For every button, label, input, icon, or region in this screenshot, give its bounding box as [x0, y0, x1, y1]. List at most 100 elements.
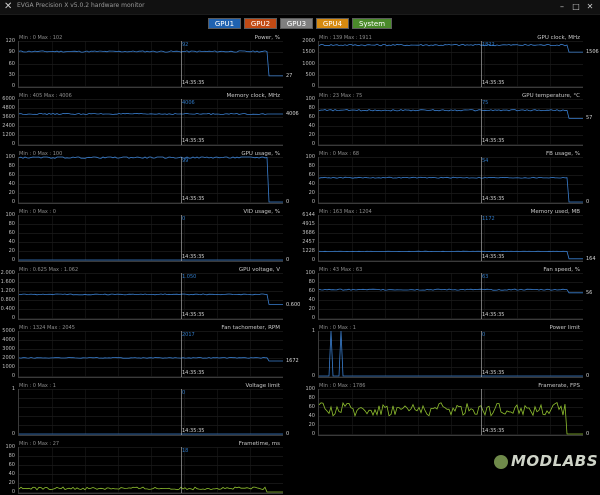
y-tick-label: 80 — [308, 279, 315, 285]
tab-system[interactable]: System — [352, 18, 392, 29]
cursor-timestamp: 14:35:35 — [482, 196, 505, 202]
y-tick-label: 2000 — [302, 38, 315, 44]
graph-series-line — [18, 486, 283, 493]
y-tick-label: 20 — [308, 306, 315, 312]
gpu-tabs: GPU1 GPU2 GPU3 GPU4 System — [208, 18, 392, 29]
y-tick-label: 100 — [305, 96, 315, 102]
y-tick-label: 80 — [8, 163, 15, 169]
graph-area[interactable] — [18, 156, 283, 204]
graph-area[interactable] — [18, 99, 283, 146]
graph-canvas — [18, 156, 283, 203]
graph-canvas — [319, 330, 583, 377]
current-value: 57 — [586, 115, 593, 122]
y-tick-label: 0 — [311, 199, 315, 205]
graph-area[interactable] — [318, 389, 583, 436]
cursor-timestamp: 14:35:35 — [482, 370, 505, 376]
y-tick-label: 0 — [11, 431, 15, 437]
graph-area[interactable] — [318, 215, 583, 262]
y-tick-label: 0 — [311, 141, 315, 147]
watermark-logo: MODLABS — [494, 452, 598, 470]
cursor-timestamp: 14:35:35 — [482, 138, 505, 144]
minimize-icon[interactable]: – — [556, 1, 568, 12]
cursor-value: 63 — [482, 274, 489, 280]
graph-area[interactable] — [318, 41, 583, 88]
y-tick-label: 60 — [8, 230, 15, 236]
graph-series-line — [18, 156, 283, 203]
y-tick-label: 40 — [308, 123, 315, 129]
current-value: 164 — [586, 255, 596, 262]
graph-area[interactable] — [318, 99, 583, 146]
current-value: 0 — [586, 431, 590, 437]
graph-area[interactable] — [18, 273, 283, 320]
maximize-icon[interactable]: □ — [570, 1, 582, 12]
graph-area[interactable] — [18, 331, 283, 378]
y-tick-label: 0 — [11, 83, 15, 89]
cursor-timestamp: 14:35:35 — [482, 428, 505, 434]
y-tick-label: 40 — [308, 181, 315, 187]
graph-canvas — [318, 389, 583, 435]
graph-area[interactable] — [18, 41, 283, 88]
tab-gpu4[interactable]: GPU4 — [316, 18, 349, 29]
current-value: 56 — [586, 289, 593, 296]
graph-series-line — [319, 330, 583, 377]
current-value: 1672 — [286, 357, 299, 364]
cursor-value: 99 — [182, 158, 189, 164]
graph-canvas — [318, 99, 583, 145]
cursor-timestamp: 14:35:35 — [182, 254, 205, 260]
y-tick-label: 20 — [8, 480, 15, 486]
tab-gpu1[interactable]: GPU1 — [208, 18, 241, 29]
y-tick-label: 80 — [8, 221, 15, 227]
y-tick-label: 2.000 — [0, 270, 15, 276]
y-tick-label: 0 — [311, 431, 315, 437]
y-tick-label: 0 — [11, 315, 15, 321]
y-tick-label: 500 — [305, 72, 315, 78]
graph-canvas — [19, 215, 283, 261]
cursor-value: 1.050 — [182, 274, 197, 280]
cursor-timestamp: 14:35:35 — [182, 196, 205, 202]
y-tick-label: 20 — [308, 422, 315, 428]
cursor-timestamp: 14:35:35 — [182, 138, 205, 144]
y-tick-label: 4915 — [302, 221, 315, 227]
graph-canvas — [18, 99, 283, 145]
y-tick-label: 20 — [8, 190, 15, 196]
modlabs-icon — [494, 454, 508, 469]
graph-series-line — [18, 293, 283, 305]
graph-area[interactable] — [18, 389, 283, 436]
graph-series-line — [318, 176, 583, 203]
graph-area[interactable] — [18, 215, 283, 262]
y-tick-label: 0 — [311, 257, 315, 263]
y-tick-label: 1000 — [302, 61, 315, 67]
cursor-value: 1822 — [482, 42, 495, 48]
y-tick-label: 120 — [5, 38, 15, 44]
graph-area[interactable] — [318, 330, 583, 378]
y-tick-label: 0 — [11, 199, 15, 205]
watermark-text: MODLABS — [511, 452, 599, 470]
graph-area[interactable] — [318, 157, 583, 204]
y-tick-label: 1.600 — [0, 279, 15, 285]
cursor-timestamp: 14:35:35 — [482, 254, 505, 260]
tab-gpu3[interactable]: GPU3 — [280, 18, 313, 29]
cursor-timestamp: 14:35:35 — [182, 312, 205, 318]
tab-gpu2[interactable]: GPU2 — [244, 18, 277, 29]
y-tick-label: 40 — [308, 297, 315, 303]
y-tick-label: 40 — [8, 239, 15, 245]
y-tick-label: 80 — [308, 105, 315, 111]
current-value: 1506 — [586, 49, 599, 56]
cursor-timestamp: 14:35:35 — [182, 80, 205, 86]
graph-area[interactable] — [318, 273, 583, 320]
y-tick-label: 60 — [308, 172, 315, 178]
cursor-timestamp: 14:35:35 — [182, 370, 205, 376]
y-tick-label: 3686 — [302, 230, 315, 236]
graph-area[interactable] — [18, 447, 283, 494]
graph-series-line — [318, 250, 583, 260]
graph-canvas — [318, 157, 583, 203]
y-tick-label: 100 — [305, 386, 315, 392]
close-icon[interactable]: ✕ — [584, 1, 596, 12]
y-tick-label: 2000 — [2, 355, 15, 361]
y-tick-label: 80 — [308, 163, 315, 169]
graph-canvas — [318, 273, 583, 319]
y-tick-label: 0 — [311, 83, 315, 89]
y-tick-label: 100 — [305, 154, 315, 160]
window-title: EVGA Precision X v5.0.2 hardware monitor — [17, 2, 145, 9]
graph-canvas — [318, 41, 583, 87]
